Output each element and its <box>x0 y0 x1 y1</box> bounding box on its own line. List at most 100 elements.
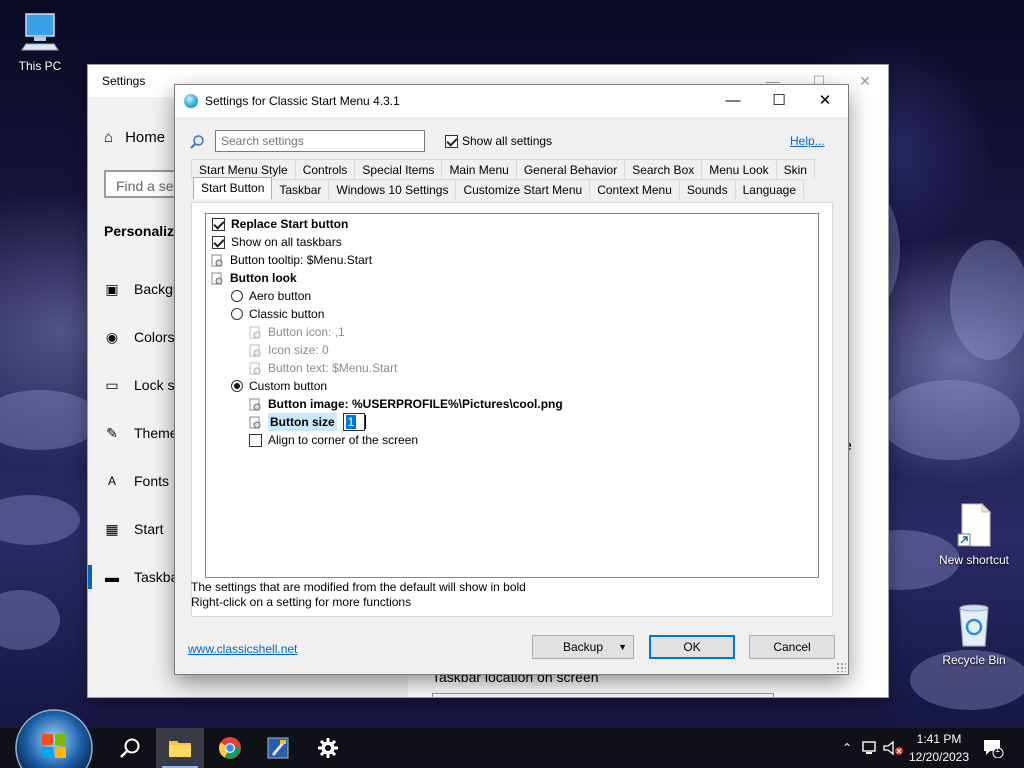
text-cursor-icon <box>364 415 366 429</box>
maximize-icon[interactable]: ☐ <box>756 85 802 117</box>
computer-icon <box>21 13 59 51</box>
taskbar-clock[interactable]: 1:41 PM 12/20/2023 <box>904 730 974 766</box>
setting-button-size[interactable]: Button size 1 <box>249 413 366 431</box>
settings-gear-icon <box>249 344 261 356</box>
backup-button-label: Backup <box>562 640 604 654</box>
setting-button-image[interactable]: Button image: %USERPROFILE%\Pictures\coo… <box>249 395 563 413</box>
clock-time: 1:41 PM <box>916 732 962 746</box>
taskbar-search-button[interactable] <box>106 728 154 768</box>
tab-row-1: Start Menu Style Controls Special Items … <box>191 159 815 179</box>
taskbar-location-dropdown[interactable] <box>432 693 774 697</box>
setting-label: Button size <box>268 413 337 431</box>
desktop-icon-label: This PC <box>18 59 62 73</box>
tab-start-button[interactable]: Start Button <box>193 177 273 199</box>
taskbar-classic-shell-app[interactable] <box>254 728 302 768</box>
settings-nav-label: Fonts <box>134 473 170 489</box>
setting-align-to-corner[interactable]: Align to corner of the screen <box>249 431 418 449</box>
setting-label: Button tooltip: $Menu.Start <box>230 253 373 267</box>
network-icon[interactable] <box>860 740 880 756</box>
show-all-settings-checkbox[interactable]: Show all settings <box>445 134 552 148</box>
radio-unselected-icon[interactable] <box>231 290 243 302</box>
tab-windows-10-settings[interactable]: Windows 10 Settings <box>328 179 457 199</box>
tab-taskbar[interactable]: Taskbar <box>271 179 330 199</box>
start-orb-icon[interactable] <box>14 708 94 768</box>
gear-icon <box>318 738 338 758</box>
close-icon[interactable]: ✕ <box>802 85 848 117</box>
font-icon: A <box>107 474 116 488</box>
setting-aero-button[interactable]: Aero button <box>231 287 311 305</box>
classic-shell-icon <box>184 94 198 108</box>
setting-button-look[interactable]: Button look <box>211 269 297 287</box>
chrome-icon <box>219 737 241 759</box>
setting-label: Button image: %USERPROFILE%\Pictures\coo… <box>268 397 563 411</box>
button-size-value[interactable]: 1 <box>345 415 357 429</box>
taskbar-settings[interactable] <box>304 728 352 768</box>
tab-special-items[interactable]: Special Items <box>354 159 443 179</box>
tab-sounds[interactable]: Sounds <box>678 179 736 199</box>
setting-label: Icon size: 0 <box>268 343 329 357</box>
desktop-icon-recycle-bin[interactable]: Recycle Bin <box>934 602 1014 667</box>
checkbox-checked-icon[interactable] <box>212 235 225 249</box>
picture-icon: ▣ <box>105 280 119 297</box>
tab-search-box[interactable]: Search Box <box>624 159 703 179</box>
minimize-icon[interactable]: — <box>710 85 756 117</box>
clock-date: 12/20/2023 <box>908 750 970 764</box>
setting-button-icon: Button icon: ,1 <box>249 323 345 341</box>
setting-label: Align to corner of the screen <box>268 433 419 447</box>
setting-icon-size: Icon size: 0 <box>249 341 329 359</box>
taskbar-chrome[interactable] <box>206 728 254 768</box>
settings-nav-label: Theme <box>134 425 178 441</box>
settings-gear-icon <box>211 254 223 266</box>
setting-label: Button look <box>230 271 297 285</box>
ok-button[interactable]: OK <box>649 635 735 659</box>
cancel-button[interactable]: Cancel <box>749 635 835 659</box>
tab-row-2: Start Button Taskbar Windows 10 Settings… <box>193 177 804 199</box>
start-grid-icon: ▦ <box>105 520 119 537</box>
backup-button[interactable]: Backup ▼ <box>532 635 634 659</box>
setting-custom-button[interactable]: Custom button <box>231 377 327 395</box>
checkbox-checked-icon[interactable] <box>212 217 225 231</box>
setting-classic-button[interactable]: Classic button <box>231 305 324 323</box>
right-click-hint-text: Right-click on a setting for more functi… <box>191 595 412 609</box>
action-center-button[interactable]: 1 <box>982 728 1006 768</box>
radio-selected-icon[interactable] <box>231 380 243 392</box>
taskbar-file-explorer[interactable] <box>156 728 204 768</box>
desktop-icon-this-pc[interactable]: This PC <box>0 10 80 73</box>
close-icon[interactable]: ✕ <box>842 65 888 97</box>
tab-controls[interactable]: Controls <box>294 159 356 179</box>
settings-gear-icon <box>249 362 261 374</box>
settings-tree[interactable]: Replace Start button Show on all taskbar… <box>205 213 819 578</box>
palette-icon: ◉ <box>105 328 119 345</box>
classicshell-website-link[interactable]: www.classicshell.net <box>188 642 297 656</box>
settings-home-link[interactable]: ⌂ Home <box>104 129 165 146</box>
setting-show-on-all-taskbars[interactable]: Show on all taskbars <box>212 233 342 251</box>
setting-label: Button icon: ,1 <box>268 325 345 339</box>
tab-language[interactable]: Language <box>734 179 804 199</box>
tab-start-menu-style[interactable]: Start Menu Style <box>191 159 296 179</box>
button-size-edit-field[interactable]: 1 <box>342 413 366 431</box>
volume-muted-icon[interactable] <box>882 740 904 756</box>
tab-general-behavior[interactable]: General Behavior <box>515 159 626 179</box>
tab-main-menu[interactable]: Main Menu <box>441 159 517 179</box>
resize-grip-icon[interactable] <box>836 662 846 672</box>
help-link[interactable]: Help... <box>790 134 825 148</box>
desktop-icon-new-shortcut[interactable]: New shortcut <box>934 502 1014 567</box>
tab-menu-look[interactable]: Menu Look <box>701 159 777 179</box>
checkbox-checked-icon[interactable] <box>445 134 458 148</box>
shortcut-file-icon <box>957 502 992 547</box>
radio-unselected-icon[interactable] <box>231 308 243 320</box>
setting-label: Custom button <box>249 379 328 393</box>
tab-customize-start-menu[interactable]: Customize Start Menu <box>455 179 591 199</box>
setting-replace-start-button[interactable]: Replace Start button <box>212 215 348 233</box>
tab-skin[interactable]: Skin <box>775 159 815 179</box>
search-icon <box>120 738 140 758</box>
classic-start-settings-dialog[interactable]: Settings for Classic Start Menu 4.3.1 — … <box>175 85 848 674</box>
search-settings-input[interactable] <box>215 130 425 152</box>
tab-context-menu[interactable]: Context Menu <box>589 179 680 199</box>
chevron-up-icon[interactable]: ⌃ <box>838 741 856 755</box>
show-all-settings-label: Show all settings <box>462 134 553 148</box>
checkbox-unchecked-icon[interactable] <box>249 433 262 447</box>
setting-label: Replace Start button <box>231 217 349 231</box>
settings-nav-label: Start <box>134 521 164 537</box>
setting-button-tooltip[interactable]: Button tooltip: $Menu.Start <box>211 251 372 269</box>
